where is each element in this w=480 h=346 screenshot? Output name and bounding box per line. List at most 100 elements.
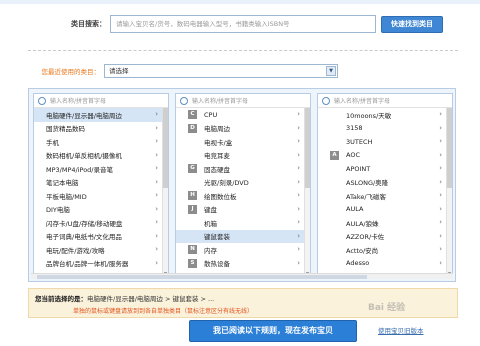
category-label: 国货精品数码: [46, 125, 85, 134]
category-list-item[interactable]: AZZOR/卡佐 ›: [318, 230, 452, 244]
chevron-down-icon[interactable]: ▼: [326, 66, 336, 76]
category-label: 10moons/天敏: [346, 111, 392, 120]
category-list-item[interactable]: 平板电脑/MID ›: [34, 189, 168, 203]
category-list-item[interactable]: J 键盘 ›: [176, 203, 310, 217]
category-label: 数码相机/单反相机/摄像机: [46, 152, 122, 161]
category-label: 笔记本电脑: [46, 179, 79, 188]
category-label: 平板电脑/MID: [46, 192, 87, 201]
scroll-thumb[interactable]: [305, 108, 310, 188]
category-list-item[interactable]: 电脑硬件/显示器/电脑周边 ›: [34, 108, 168, 122]
category-list-item[interactable]: Adesso ›: [318, 257, 452, 271]
chevron-right-icon: ›: [297, 123, 300, 132]
category-label: 电视卡/盒: [204, 138, 233, 147]
category-label: APOINT: [346, 164, 371, 173]
category-picker-panel: 输入名称/拼音首字母 电脑硬件/显示器/电脑周边 › 国货精品数码 › 手机 › 数码相机/单…: [28, 88, 456, 282]
category-list-item[interactable]: D 电脑周边 ›: [176, 122, 310, 136]
chevron-right-icon: ›: [439, 177, 442, 186]
chevron-right-icon: ›: [297, 164, 300, 172]
category-search-row: 类目搜索： 请输入宝贝名/货号，数码电器输入型号，书籍类输入ISBN号 快速找到…: [60, 14, 443, 34]
quick-find-category-button[interactable]: 快速找到类目: [381, 15, 443, 33]
category-label: 3UTECH: [346, 137, 373, 146]
category-label: Adesso: [346, 259, 370, 268]
category-label: 键鼠套装: [204, 233, 230, 242]
old-version-link[interactable]: 使用宝贝旧版本: [378, 325, 424, 335]
chevron-right-icon: ›: [439, 245, 442, 253]
chevron-right-icon: ›: [439, 218, 442, 226]
scroll-thumb[interactable]: [163, 108, 168, 188]
category-list-item[interactable]: DIY电脑 ›: [34, 203, 168, 217]
category-list: 10moons/天敏 › 3158 › 3UTECH › A AOC › APOINT › ASLON…: [318, 108, 452, 270]
column-search-input[interactable]: 输入名称/拼音首字母: [318, 94, 452, 108]
category-list-item[interactable]: 光驱/刻录/DVD ›: [176, 176, 310, 190]
category-label: Actto/安尚: [346, 246, 379, 255]
category-list-item[interactable]: ASLONG/奥隆 ›: [318, 176, 452, 190]
category-list-item[interactable]: ATake/飞磁客 ›: [318, 189, 452, 203]
chevron-right-icon: ›: [155, 245, 158, 253]
category-label: 电玩/配件/游戏/攻略: [46, 246, 105, 255]
horizontal-scrollbar[interactable]: [31, 273, 453, 279]
publish-item-button[interactable]: 我已阅读以下规则，现在发布宝贝: [189, 320, 357, 342]
chevron-right-icon: ›: [155, 110, 158, 118]
category-list-item[interactable]: C CPU ›: [176, 108, 310, 122]
category-list-item[interactable]: 3UTECH ›: [318, 135, 452, 149]
category-list-item[interactable]: AULA ›: [318, 203, 452, 217]
scroll-thumb[interactable]: [447, 108, 452, 188]
category-list-item[interactable]: 电子词典/电纸书/文化用品 ›: [34, 230, 168, 244]
category-list-item[interactable]: 品牌台机/品牌一体机/服务器 ›: [34, 257, 168, 271]
category-list-item[interactable]: G 固态硬盘 ›: [176, 162, 310, 176]
category-label: ASLONG/奥隆: [346, 179, 389, 188]
category-list-item[interactable]: 闪存卡/U盘/存储/移动硬盘 ›: [34, 216, 168, 230]
category-list-item[interactable]: 国货精品数码 ›: [34, 122, 168, 136]
vertical-scrollbar[interactable]: ▼: [446, 108, 452, 276]
category-list-item[interactable]: 手机 ›: [34, 135, 168, 149]
chevron-right-icon: ›: [297, 258, 300, 267]
category-list-item[interactable]: 电竞耳麦 ›: [176, 149, 310, 163]
category-list-item[interactable]: MP3/MP4/iPod/录音笔 ›: [34, 162, 168, 176]
category-label: AOC: [346, 151, 360, 160]
category-label: 品牌台机/品牌一体机/服务器: [46, 260, 129, 269]
recent-category-select[interactable]: 请选择 ▼: [104, 64, 338, 78]
category-list-item[interactable]: 机箱 ›: [176, 216, 310, 230]
category-list-item[interactable]: 3158 ›: [318, 122, 452, 136]
category-list-item[interactable]: 10moons/天敏 ›: [318, 108, 452, 122]
category-list-item[interactable]: A AOC ›: [318, 149, 452, 163]
category-list-item[interactable]: 电玩/配件/游戏/攻略 ›: [34, 243, 168, 257]
index-letter-badge: S: [188, 258, 197, 268]
chosen-category-warning: 单独的鼠标或键盘请放到到各自单独类目（鼠标注意区分有线无线）: [73, 308, 254, 315]
category-label: DIY电脑: [46, 206, 70, 215]
vertical-scrollbar[interactable]: ▼: [304, 108, 310, 276]
category-label: CPU: [204, 110, 218, 119]
chevron-right-icon: ›: [439, 258, 442, 267]
category-list-item[interactable]: 键鼠套装 ›: [176, 229, 310, 243]
category-list-item[interactable]: 电视卡/盒 ›: [176, 135, 310, 149]
category-list-item[interactable]: APOINT ›: [318, 162, 452, 176]
horizontal-scroll-thumb[interactable]: [37, 275, 367, 279]
chevron-right-icon: ›: [297, 137, 300, 145]
recent-category-value: 请选择: [109, 67, 129, 75]
index-letter-badge: J: [188, 204, 197, 214]
category-list-item[interactable]: Actto/安尚 ›: [318, 243, 452, 257]
chevron-right-icon: ›: [297, 177, 300, 186]
category-label: 散热设备: [204, 260, 230, 269]
category-list-item[interactable]: AULA/狼蛛 ›: [318, 216, 452, 230]
category-label: 电子词典/电纸书/文化用品: [46, 233, 122, 242]
divider: [28, 50, 458, 51]
category-list-item[interactable]: 笔记本电脑 ›: [34, 176, 168, 190]
column-search-input[interactable]: 输入名称/拼音首字母: [176, 94, 310, 108]
chevron-right-icon: ›: [155, 177, 158, 186]
category-list-item[interactable]: S 散热设备 ›: [176, 257, 310, 271]
chevron-right-icon: ›: [297, 231, 300, 240]
vertical-scrollbar[interactable]: ▼: [162, 108, 168, 276]
category-list-item[interactable]: 数码相机/单反相机/摄像机 ›: [34, 149, 168, 163]
chevron-right-icon: ›: [155, 123, 158, 132]
chevron-right-icon: ›: [155, 231, 158, 240]
category-list-item[interactable]: H 绘图数位板 ›: [176, 189, 310, 203]
column-search-input[interactable]: 输入名称/拼音首字母: [34, 94, 168, 108]
chevron-right-icon: ›: [155, 164, 158, 172]
index-letter-badge: G: [188, 164, 197, 173]
category-search-input[interactable]: 请输入宝贝名/货号，数码电器输入型号，书籍类输入ISBN号: [110, 15, 376, 33]
category-label: AULA: [346, 205, 364, 214]
category-label: 内存: [204, 246, 217, 255]
category-label: 光驱/刻录/DVD: [204, 179, 249, 188]
category-list-item[interactable]: N 内存 ›: [176, 243, 310, 257]
